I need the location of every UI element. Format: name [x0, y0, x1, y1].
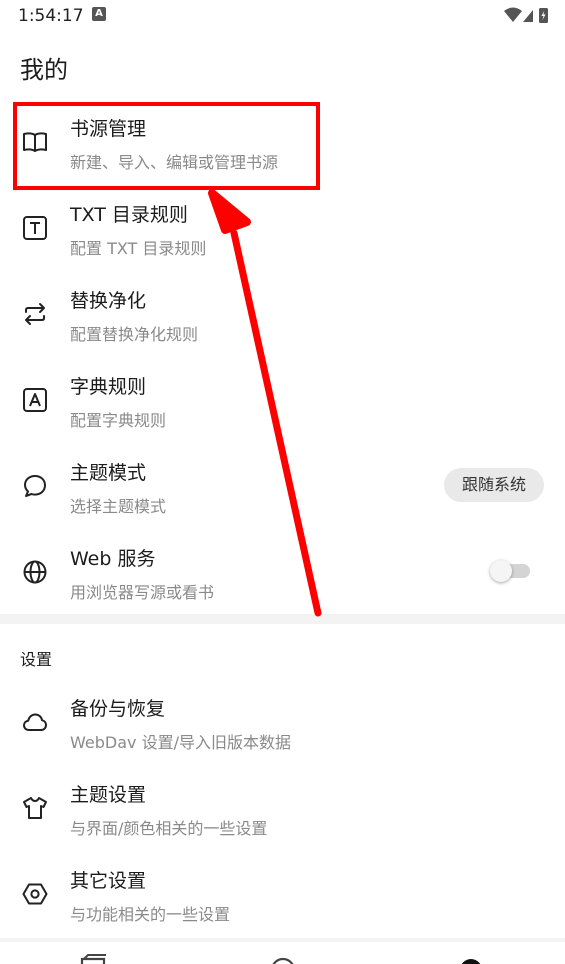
menu-item-other-settings[interactable]: 其它设置 与功能相关的一些设置 — [0, 852, 565, 938]
menu-item-title: 其它设置 — [70, 870, 147, 892]
status-time: 1:54:17 — [18, 6, 84, 26]
menu-item-title: 字典规则 — [70, 376, 147, 398]
menu-item-theme-settings[interactable]: 主题设置 与界面/颜色相关的一些设置 — [0, 766, 565, 852]
nav-bookshelf-icon[interactable] — [80, 954, 106, 964]
page-title: 我的 — [20, 56, 68, 84]
section-divider — [0, 614, 565, 624]
signal-icon — [523, 10, 533, 22]
menu-item-replace-purify[interactable]: 替换净化 配置替换净化规则 — [0, 272, 565, 358]
text-box-icon — [23, 216, 47, 240]
globe-icon — [23, 560, 47, 584]
notification-icon: A — [92, 7, 106, 21]
theme-mode-chip[interactable]: 跟随系统 — [444, 468, 544, 502]
letter-a-box-icon — [23, 388, 47, 412]
menu-item-dictionary-rules[interactable]: 字典规则 配置字典规则 — [0, 358, 565, 444]
menu-item-title: 备份与恢复 — [70, 698, 166, 720]
cloud-icon — [23, 713, 47, 731]
menu-item-subtitle: 与界面/颜色相关的一些设置 — [70, 819, 268, 838]
menu-item-subtitle: 用浏览器写源或看书 — [70, 583, 215, 602]
bottom-navigation — [0, 942, 565, 964]
toggle-knob — [490, 560, 512, 582]
menu-item-backup-restore[interactable]: 备份与恢复 WebDav 设置/导入旧版本数据 — [0, 680, 565, 766]
gear-icon — [22, 883, 48, 905]
menu-item-subtitle: 配置 TXT 目录规则 — [70, 239, 207, 258]
highlight-box — [13, 102, 320, 190]
menu-item-web-service[interactable]: Web 服务 用浏览器写源或看书 — [0, 530, 565, 616]
web-service-toggle[interactable] — [490, 560, 532, 582]
system-status-icons — [504, 7, 548, 23]
wifi-icon — [504, 7, 522, 22]
tshirt-icon — [23, 797, 47, 819]
menu-item-subtitle: 配置字典规则 — [70, 411, 167, 430]
menu-item-title: Web 服务 — [70, 548, 156, 570]
menu-item-title: 主题模式 — [70, 462, 147, 484]
status-bar: 1:54:17 A — [0, 0, 565, 32]
menu-item-txt-toc-rules[interactable]: TXT 目录规则 配置 TXT 目录规则 — [0, 186, 565, 272]
menu-item-subtitle: 与功能相关的一些设置 — [70, 905, 231, 924]
menu-item-subtitle: 配置替换净化规则 — [70, 325, 199, 344]
nav-my-icon[interactable] — [460, 959, 482, 964]
settings-section-label: 设置 — [20, 650, 53, 669]
menu-item-title: 替换净化 — [70, 290, 147, 312]
chat-bubble-icon — [24, 475, 46, 497]
menu-item-subtitle: 选择主题模式 — [70, 497, 167, 516]
menu-item-title: TXT 目录规则 — [70, 204, 188, 226]
menu-item-title: 主题设置 — [70, 784, 147, 806]
nav-discover-icon[interactable] — [272, 957, 294, 964]
swap-arrows-icon — [25, 303, 45, 325]
menu-item-subtitle: WebDav 设置/导入旧版本数据 — [70, 733, 291, 752]
